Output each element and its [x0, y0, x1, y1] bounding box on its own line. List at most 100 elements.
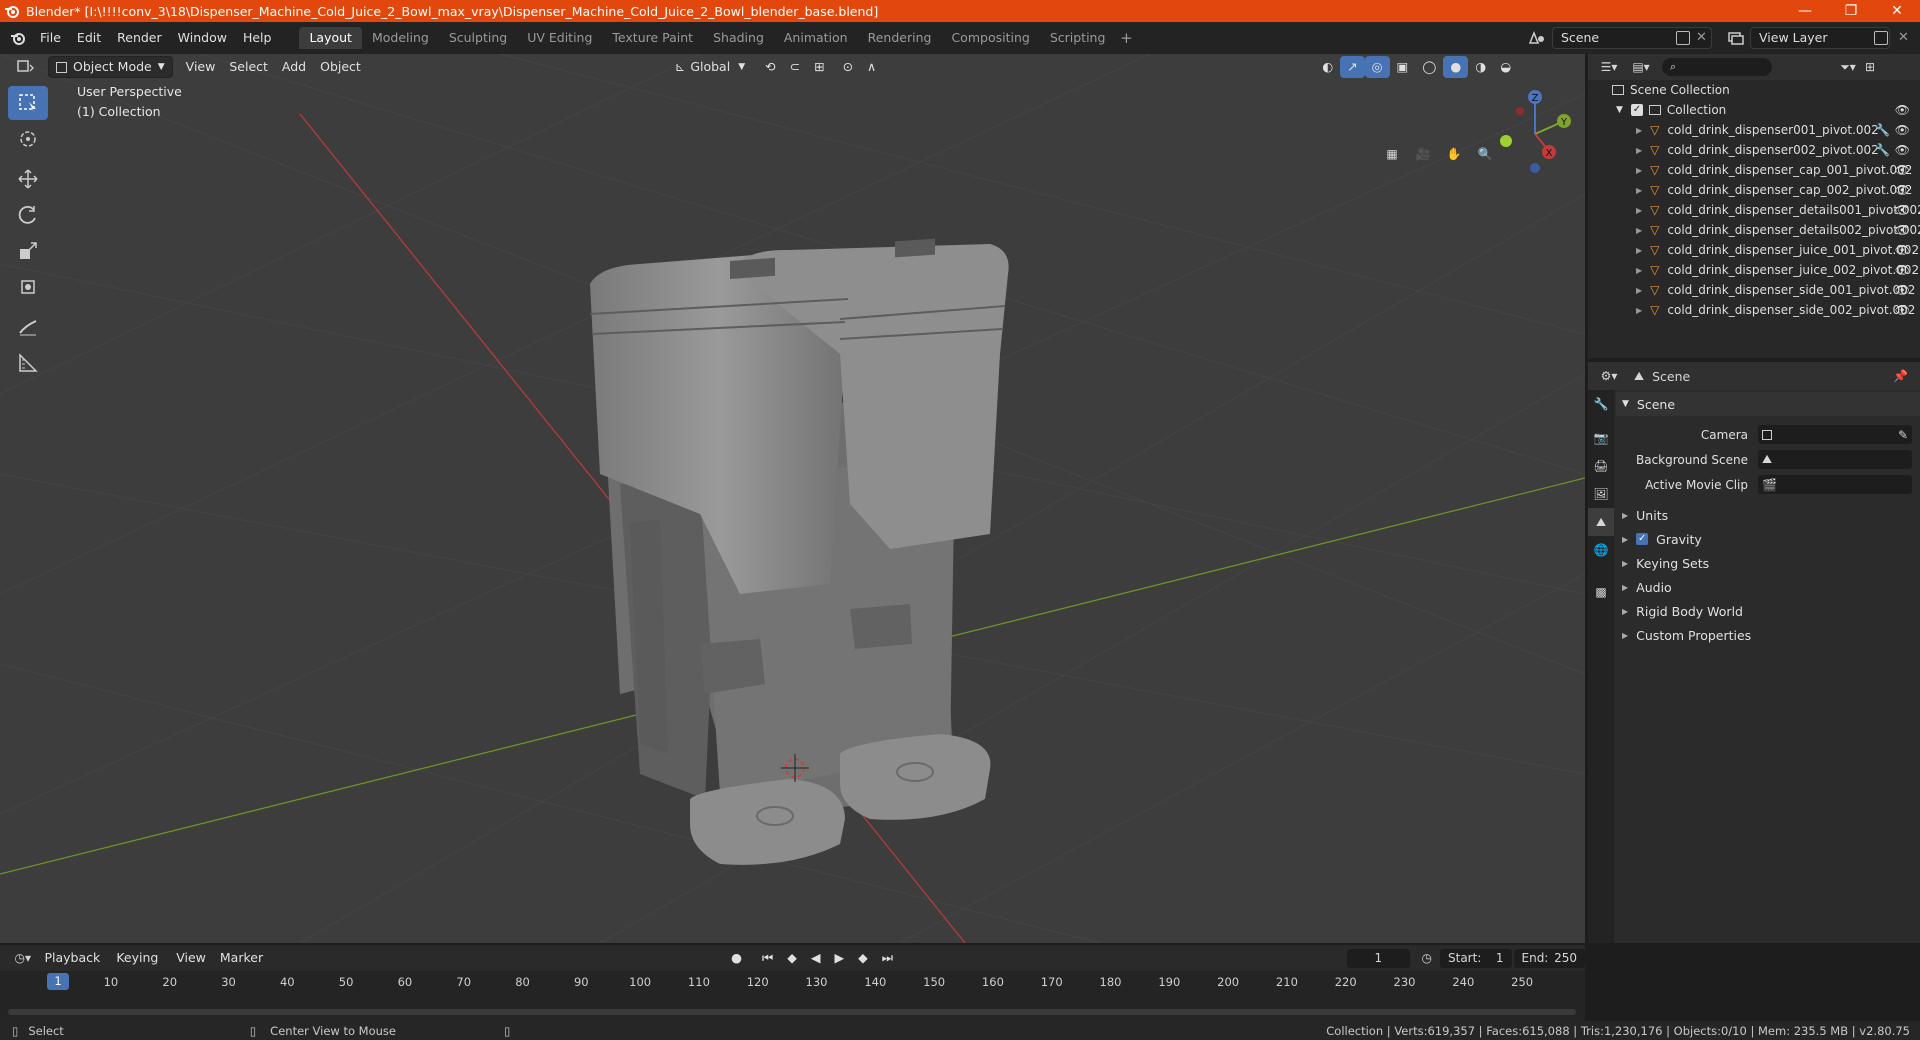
- jump-keyframe-forward-button[interactable]: ◆: [851, 947, 875, 969]
- panel-rigid-body-world[interactable]: ▶ Rigid Body World: [1616, 599, 1920, 623]
- menu-help[interactable]: Help: [235, 27, 280, 49]
- eyedropper-icon[interactable]: ✎: [1898, 428, 1908, 442]
- new-view-layer-icon[interactable]: [1874, 31, 1888, 45]
- expand-arrow-icon[interactable]: ▶: [1636, 126, 1642, 135]
- output-properties-tab-icon[interactable]: 🖨: [1588, 452, 1614, 480]
- outliner-row-scene-collection[interactable]: Scene Collection: [1588, 80, 1920, 100]
- timeline-ruler[interactable]: 1 10 20 30 40 50 60 70 80 90 100 110 120 130 140 150 16…: [0, 971, 1585, 993]
- material-shading-icon[interactable]: ◑: [1468, 56, 1493, 78]
- tool-properties-tab-icon[interactable]: 🔧: [1588, 390, 1614, 418]
- rotate-tool-icon[interactable]: [8, 198, 48, 232]
- scale-tool-icon[interactable]: [8, 234, 48, 268]
- filter-icon[interactable]: ⏷▾: [1836, 60, 1860, 75]
- expand-arrow-icon[interactable]: ▶: [1636, 226, 1642, 235]
- world-properties-tab-icon[interactable]: 🌐: [1588, 536, 1614, 564]
- outliner-row-object[interactable]: ▶ ▽ cold_drink_dispenser_cap_002_pivot.002…: [1588, 180, 1920, 200]
- add-workspace-button[interactable]: +: [1115, 27, 1137, 49]
- transform-tool-icon[interactable]: [8, 270, 48, 304]
- expand-arrow-icon[interactable]: ▶: [1636, 306, 1642, 315]
- jump-keyframe-back-button[interactable]: ◆: [780, 947, 804, 969]
- view-layer-icon[interactable]: [1726, 29, 1746, 47]
- start-frame-field[interactable]: Start: 1: [1440, 948, 1512, 968]
- playhead[interactable]: 1: [47, 973, 69, 990]
- tab-texture-paint[interactable]: Texture Paint: [602, 27, 703, 49]
- scene-selector-icon[interactable]: [1526, 29, 1548, 47]
- render-properties-tab-icon[interactable]: 📷: [1588, 424, 1614, 452]
- annotate-tool-icon[interactable]: [8, 310, 48, 344]
- panel-gravity[interactable]: ▶ ✓ Gravity: [1616, 527, 1920, 551]
- visibility-eye-icon[interactable]: 👁: [1895, 183, 1910, 197]
- panel-keying-sets[interactable]: ▶ Keying Sets: [1616, 551, 1920, 575]
- view-layer-properties-tab-icon[interactable]: 🖼: [1588, 480, 1614, 508]
- jump-start-button[interactable]: ⏮: [755, 947, 780, 969]
- properties-editor-type-icon[interactable]: ⚙▾: [1592, 369, 1626, 383]
- overlay-toggle-icon[interactable]: ◎: [1364, 56, 1390, 78]
- editor-type-icon[interactable]: [10, 56, 42, 78]
- menu-file[interactable]: File: [32, 27, 69, 49]
- 3d-viewport[interactable]: Object Mode ▼ View Select Add Object ⊾ G…: [0, 54, 1585, 943]
- neg-y-axis-handle[interactable]: [1500, 135, 1512, 147]
- modifier-wrench-icon[interactable]: 🔧: [1875, 123, 1890, 137]
- visibility-eye-icon[interactable]: 👁: [1895, 143, 1910, 157]
- visibility-icon[interactable]: ◐: [1315, 56, 1340, 78]
- tab-uv-editing[interactable]: UV Editing: [517, 27, 602, 49]
- camera-view-icon[interactable]: 🎥: [1409, 140, 1437, 168]
- active-movie-clip-field[interactable]: 🎬: [1758, 475, 1912, 494]
- expand-arrow-icon[interactable]: ▶: [1636, 246, 1642, 255]
- expand-arrow-icon[interactable]: ▶: [1636, 266, 1642, 275]
- texture-properties-tab-icon[interactable]: ▩: [1588, 578, 1614, 606]
- snap-target-icon[interactable]: ⊞: [807, 56, 831, 78]
- viewport-menu-select[interactable]: Select: [222, 56, 275, 78]
- select-box-tool-icon[interactable]: [8, 86, 48, 120]
- scene-properties-tab-icon[interactable]: ⛰: [1588, 508, 1614, 536]
- minimize-button[interactable]: —: [1782, 0, 1828, 22]
- tab-sculpting[interactable]: Sculpting: [439, 27, 517, 49]
- proportional-edit-icon[interactable]: ⊙: [836, 56, 860, 78]
- display-mode-icon[interactable]: ▤▾: [1626, 60, 1656, 74]
- visibility-eye-icon[interactable]: 👁: [1895, 303, 1910, 317]
- outliner-row-object[interactable]: ▶ ▽ cold_drink_dispenser_details001_pivot.…: [1588, 200, 1920, 220]
- visibility-eye-icon[interactable]: 👁: [1895, 123, 1910, 137]
- timeline-menu-marker[interactable]: Marker: [213, 947, 270, 969]
- background-scene-field[interactable]: ⛰: [1758, 450, 1912, 469]
- toggle-grid-view-icon[interactable]: ▦: [1378, 140, 1406, 168]
- move-tool-icon[interactable]: [8, 162, 48, 196]
- modifier-wrench-icon[interactable]: 🔧: [1875, 143, 1890, 157]
- outliner-row-object[interactable]: ▶ ▽ cold_drink_dispenser_side_001_pivot.00…: [1588, 280, 1920, 300]
- collection-checkbox[interactable]: ✓: [1630, 104, 1643, 116]
- delete-scene-icon[interactable]: ✕: [1696, 30, 1707, 45]
- panel-units[interactable]: ▶ Units: [1616, 503, 1920, 527]
- visibility-eye-icon[interactable]: 👁: [1895, 163, 1910, 177]
- xray-toggle-icon[interactable]: ▣: [1390, 56, 1416, 78]
- neg-z-axis-handle[interactable]: [1530, 163, 1540, 173]
- visibility-eye-icon[interactable]: 👁: [1895, 263, 1910, 277]
- wireframe-shading-icon[interactable]: ◯: [1415, 56, 1443, 78]
- rendered-shading-icon[interactable]: ◒: [1493, 56, 1518, 78]
- cursor-tool-icon[interactable]: [8, 122, 48, 156]
- viewport-menu-add[interactable]: Add: [275, 56, 313, 78]
- visibility-eye-icon[interactable]: 👁: [1895, 203, 1910, 217]
- maximize-button[interactable]: ❐: [1828, 0, 1874, 22]
- outliner-row-object[interactable]: ▶ ▽ cold_drink_dispenser_juice_001_pivot.0…: [1588, 240, 1920, 260]
- blender-menu-icon[interactable]: [4, 24, 32, 52]
- camera-field[interactable]: ✎: [1758, 425, 1912, 444]
- tab-rendering[interactable]: Rendering: [858, 27, 942, 49]
- neg-x-axis-handle[interactable]: [1516, 107, 1524, 115]
- view-layer-field[interactable]: View Layer: [1750, 27, 1890, 49]
- transform-orientation-dropdown[interactable]: ⊾ Global ▼: [668, 56, 752, 78]
- gizmo-toggle-icon[interactable]: ↗: [1340, 56, 1365, 78]
- tab-compositing[interactable]: Compositing: [941, 27, 1039, 49]
- close-button[interactable]: ✕: [1874, 0, 1920, 22]
- panel-custom-properties[interactable]: ▶ Custom Properties: [1616, 623, 1920, 647]
- outliner-row-object[interactable]: ▶ ▽ cold_drink_dispenser001_pivot.002 🔧 👁: [1588, 120, 1920, 140]
- pin-icon[interactable]: 📌: [1893, 369, 1908, 383]
- snap-icon[interactable]: ⊂: [783, 56, 807, 78]
- tab-layout[interactable]: Layout: [299, 27, 362, 49]
- expand-arrow-icon[interactable]: ▶: [1636, 166, 1642, 175]
- timeline-editor-type-icon[interactable]: ◷▾: [8, 951, 37, 965]
- falloff-icon[interactable]: ∧: [860, 56, 883, 78]
- pivot-point-icon[interactable]: ⟲: [758, 56, 782, 78]
- tab-scripting[interactable]: Scripting: [1040, 27, 1116, 49]
- navigation-gizmo[interactable]: Z Y X: [1495, 84, 1585, 174]
- expand-arrow-icon[interactable]: ▶: [1636, 146, 1642, 155]
